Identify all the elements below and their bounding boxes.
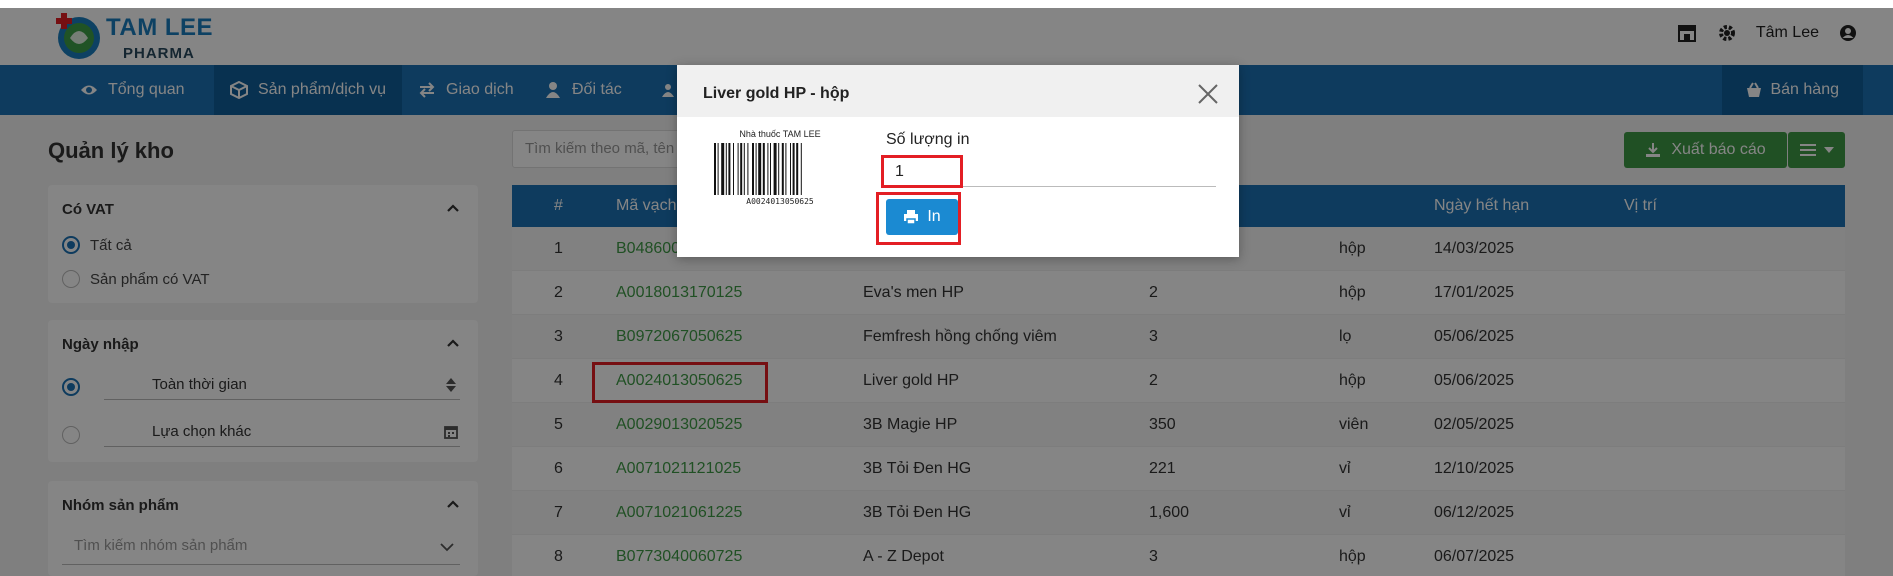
dialog-title: Liver gold HP - hộp (703, 85, 850, 102)
barcode-number: A0024013050625 (746, 197, 814, 206)
highlight-print-button (876, 192, 961, 245)
top-strip (0, 0, 1893, 8)
highlight-quantity (881, 155, 963, 188)
close-icon[interactable] (1197, 83, 1219, 105)
barcode-image (714, 143, 802, 195)
print-quantity-label: Số lượng in (886, 131, 970, 148)
dialog-header: Liver gold HP - hộp (677, 65, 1239, 117)
barcode-store-name: Nhà thuốc TAM LEE (739, 129, 821, 139)
barcode-preview: Nhà thuốc TAM LEE A0024013050625 (710, 129, 850, 206)
print-barcode-dialog: Liver gold HP - hộp Nhà thuốc TAM LEE A0… (677, 65, 1239, 257)
